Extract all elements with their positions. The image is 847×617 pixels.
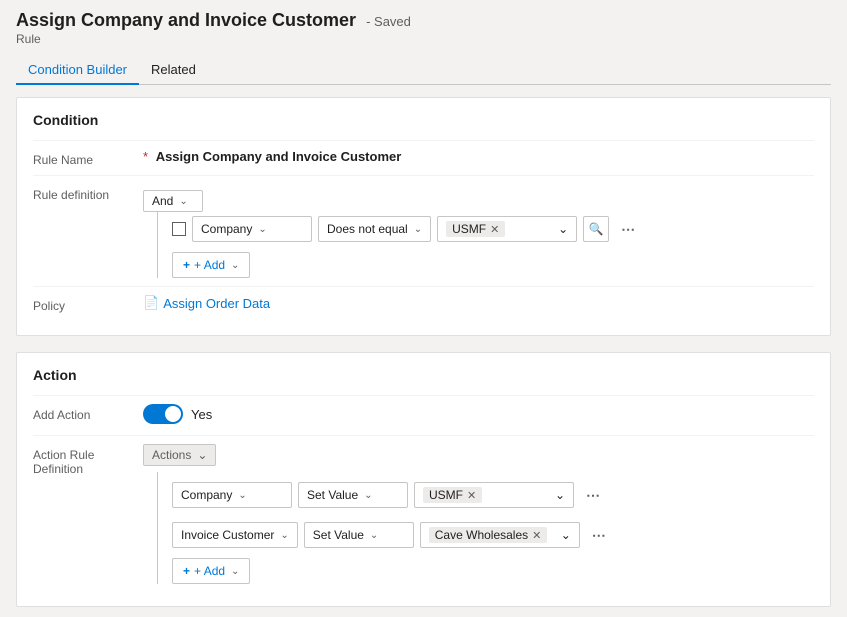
value-selector-chevron-icon: ⌄ [558, 222, 568, 236]
policy-icon: 📄 [143, 295, 159, 311]
operator-dropdown-chevron-icon: ⌄ [414, 224, 422, 235]
condition-section: Condition Rule Name * Assign Company and… [16, 97, 831, 336]
policy-row: Policy 📄 Assign Order Data [33, 286, 814, 321]
add-action-button[interactable]: + + Add ⌄ [172, 558, 250, 584]
rule-definition-label: Rule definition [33, 184, 143, 202]
policy-label: Policy [33, 295, 143, 313]
action-field-chevron-icon-1: ⌄ [238, 490, 246, 501]
action-rule-definition-value: Actions ⌄ Company ⌄ Set Value [143, 444, 814, 584]
action-value-tag-2: Cave Wholesales ✕ [429, 527, 548, 543]
rule-definition-value: And ⌄ Company ⌄ Does not equal [143, 184, 814, 278]
rule-definition-row: Rule definition And ⌄ Company [33, 175, 814, 286]
saved-status: - Saved [366, 14, 411, 29]
condition-row-1: Company ⌄ Does not equal ⌄ USMF ✕ [172, 216, 814, 242]
add-action-plus-icon: + [183, 564, 190, 578]
action-value-tag-1: USMF ✕ [423, 487, 482, 503]
action-value-chevron-icon-1: ⌄ [555, 488, 565, 502]
add-action-label: Add Action [33, 404, 143, 422]
logic-operator-chevron-icon: ⌄ [179, 196, 187, 207]
action-more-options-button-1[interactable]: ⋯ [580, 482, 606, 508]
action-tag-remove-icon-2[interactable]: ✕ [532, 529, 541, 542]
action-operator-chevron-icon-2: ⌄ [370, 530, 378, 541]
value-tag-remove-icon[interactable]: ✕ [490, 223, 499, 236]
tab-condition-builder[interactable]: Condition Builder [16, 54, 139, 85]
policy-value: 📄 Assign Order Data [143, 295, 814, 311]
toggle-knob [165, 406, 181, 422]
action-tag-remove-icon-1[interactable]: ✕ [467, 489, 476, 502]
action-value-selector-1[interactable]: USMF ✕ ⌄ [414, 482, 574, 508]
add-chevron-icon: ⌄ [231, 260, 239, 271]
condition-tree-branch: Company ⌄ Does not equal ⌄ USMF ✕ [157, 212, 814, 278]
add-action-value: Yes [143, 404, 814, 427]
field-dropdown-chevron-icon: ⌄ [258, 224, 266, 235]
action-more-options-button-2[interactable]: ⋯ [586, 522, 612, 548]
field-dropdown[interactable]: Company ⌄ [192, 216, 312, 242]
page-subtitle: Rule [16, 32, 831, 46]
policy-link[interactable]: 📄 Assign Order Data [143, 295, 270, 311]
search-button[interactable]: 🔍 [583, 216, 609, 242]
value-selector[interactable]: USMF ✕ ⌄ [437, 216, 577, 242]
action-value-selector-2[interactable]: Cave Wholesales ✕ ⌄ [420, 522, 580, 548]
add-action-toggle[interactable] [143, 404, 183, 424]
action-tree-branch: Company ⌄ Set Value ⌄ USMF ✕ [157, 472, 814, 584]
add-action-chevron-icon: ⌄ [231, 566, 239, 577]
toggle-container: Yes [143, 404, 212, 424]
action-rule-definition-row: Action Rule Definition Actions ⌄ Company [33, 435, 814, 592]
actions-dropdown-chevron-icon: ⌄ [197, 448, 207, 462]
required-star: * [143, 149, 148, 164]
value-tag: USMF ✕ [446, 221, 505, 237]
add-condition-button[interactable]: + + Add ⌄ [172, 252, 250, 278]
condition-checkbox[interactable] [172, 222, 186, 236]
tab-related[interactable]: Related [139, 54, 208, 85]
action-field-dropdown-2[interactable]: Invoice Customer ⌄ [172, 522, 298, 548]
action-row-1: Company ⌄ Set Value ⌄ USMF ✕ [172, 482, 814, 508]
action-row-2: Invoice Customer ⌄ Set Value ⌄ Cave Whol… [172, 522, 814, 548]
toggle-label: Yes [191, 407, 212, 422]
action-rule-definition-label: Action Rule Definition [33, 444, 143, 476]
rule-name-value-container: * Assign Company and Invoice Customer [143, 149, 814, 164]
operator-dropdown[interactable]: Does not equal ⌄ [318, 216, 431, 242]
tab-bar: Condition Builder Related [16, 54, 831, 85]
rule-name-label: Rule Name [33, 149, 143, 167]
action-operator-dropdown-1[interactable]: Set Value ⌄ [298, 482, 408, 508]
action-field-dropdown-1[interactable]: Company ⌄ [172, 482, 292, 508]
logic-operator-dropdown[interactable]: And ⌄ [143, 190, 203, 212]
action-field-chevron-icon-2: ⌄ [280, 530, 288, 541]
action-section: Action Add Action Yes Action Rule Defini… [16, 352, 831, 607]
action-operator-dropdown-2[interactable]: Set Value ⌄ [304, 522, 414, 548]
add-action-row: Add Action Yes [33, 395, 814, 435]
action-value-chevron-icon-2: ⌄ [561, 528, 571, 542]
page-header: Assign Company and Invoice Customer - Sa… [16, 10, 831, 46]
condition-tree: And ⌄ Company ⌄ Does not equal [143, 190, 814, 278]
more-options-button[interactable]: ⋯ [615, 216, 641, 242]
actions-dropdown[interactable]: Actions ⌄ [143, 444, 216, 466]
add-plus-icon: + [183, 258, 190, 272]
condition-section-title: Condition [33, 112, 814, 128]
page-title: Assign Company and Invoice Customer [16, 10, 356, 31]
action-section-title: Action [33, 367, 814, 383]
action-operator-chevron-icon-1: ⌄ [364, 490, 372, 501]
rule-name-value: Assign Company and Invoice Customer [156, 149, 402, 164]
rule-name-row: Rule Name * Assign Company and Invoice C… [33, 140, 814, 175]
action-rows-container: Company ⌄ Set Value ⌄ USMF ✕ [172, 478, 814, 552]
page-container: Assign Company and Invoice Customer - Sa… [0, 0, 847, 617]
